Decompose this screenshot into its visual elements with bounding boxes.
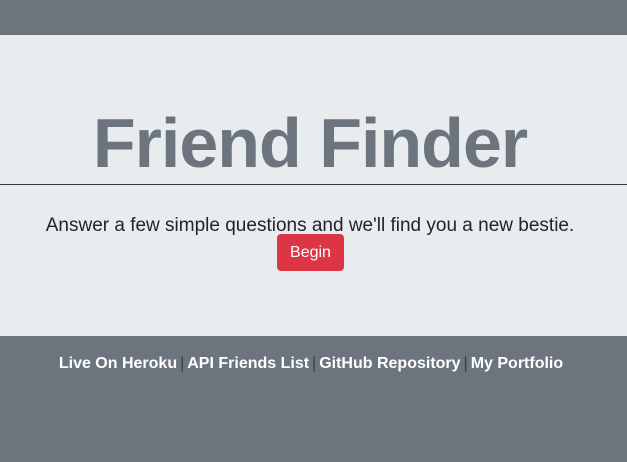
jumbotron: Friend Finder Answer a few simple questi…	[0, 35, 627, 336]
begin-button[interactable]: Begin	[277, 234, 344, 271]
footer-separator: |	[463, 355, 468, 372]
footer: Live On Heroku | API Friends List | GitHub R…	[0, 336, 627, 462]
top-bar	[0, 0, 627, 35]
footer-separator: |	[312, 355, 317, 372]
page-title: Friend Finder	[92, 104, 528, 182]
live-on-heroku-link[interactable]: Live On Heroku	[59, 355, 177, 372]
footer-links: Live On Heroku | API Friends List | GitHub R…	[0, 354, 622, 374]
my-portfolio-link[interactable]: My Portfolio	[471, 355, 563, 372]
divider	[0, 184, 627, 185]
api-friends-list-link[interactable]: API Friends List	[187, 355, 309, 372]
github-repository-link[interactable]: GitHub Repository	[319, 355, 460, 372]
footer-separator: |	[180, 355, 185, 372]
